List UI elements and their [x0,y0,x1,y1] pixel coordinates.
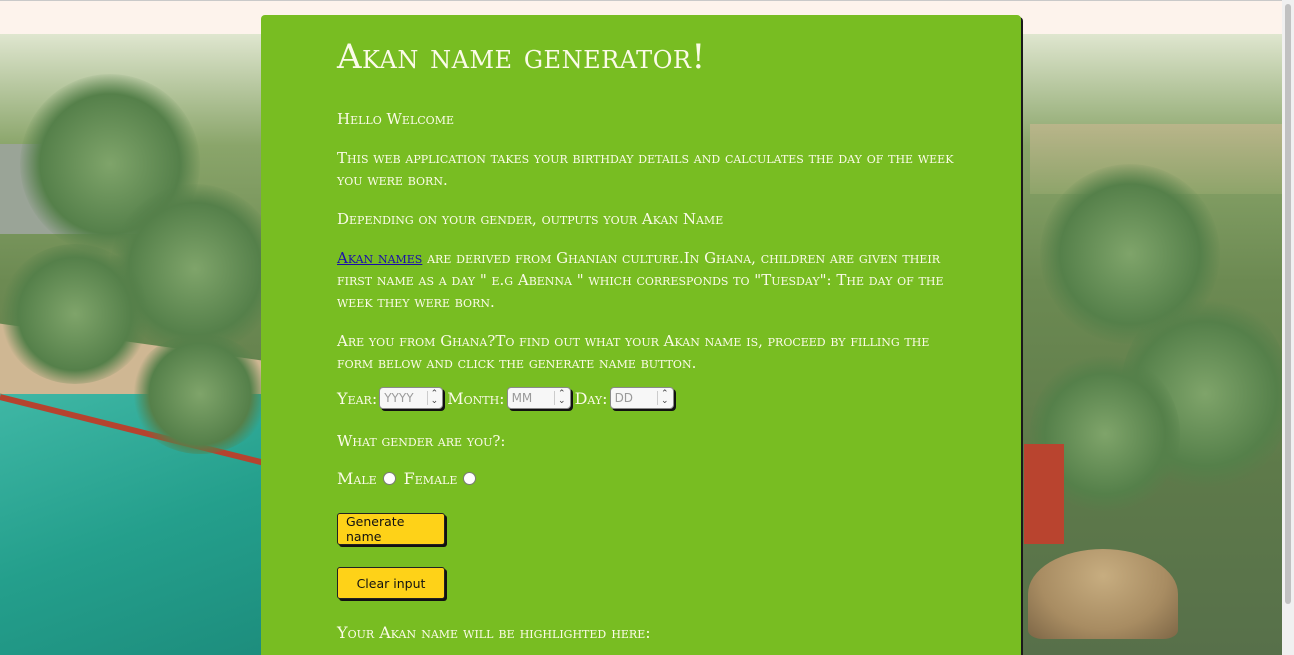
day-input[interactable]: DD ⌃ ⌄ [609,387,674,409]
gender-radio-row: Male Female [337,469,484,488]
spin-arrows-icon[interactable]: ⌃ ⌄ [554,390,566,406]
akan-names-paragraph: Akan names are derived from Ghanian cult… [337,247,957,313]
year-label: Year: [337,388,378,408]
background-palm [0,244,150,384]
year-input[interactable]: YYYY ⌃ ⌄ [379,387,444,409]
akan-names-link[interactable]: Akan names [337,249,422,267]
scrollbar-thumb[interactable] [1285,4,1291,604]
generate-name-button[interactable]: Generate name [337,513,445,545]
male-radio[interactable] [382,472,396,485]
clear-input-button[interactable]: Clear input [337,567,445,599]
background-palm [130,334,270,454]
date-form-row: Year: YYYY ⌃ ⌄ Month: MM ⌃ ⌄ Day: DD ⌃ ⌄ [337,387,678,409]
instructions-text: Are you from Ghana?To find out what your… [337,332,930,372]
top-border [0,0,1282,1]
welcome-text: Hello Welcome [337,110,454,128]
page-title: Akan name generator! [337,37,706,77]
akan-names-text: are derived from Ghanian culture.In Ghan… [337,249,944,311]
month-placeholder: MM [511,391,533,405]
gender-question: What gender are you?: [337,432,506,450]
female-label: Female [403,469,458,488]
gender-note-text: Depending on your gender, outputs your A… [337,210,724,228]
main-panel: Akan name generator! Hello Welcome This … [261,15,1021,655]
spin-arrows-icon[interactable]: ⌃ ⌄ [657,390,669,406]
vertical-scrollbar[interactable] [1282,0,1294,655]
background-red-wall [1024,444,1064,544]
year-placeholder: YYYY [384,391,414,405]
result-text: Your Akan name will be highlighted here: [337,623,651,642]
female-radio[interactable] [463,472,477,485]
description-text: This web application takes your birthday… [337,149,954,189]
male-label: Male [337,469,377,488]
spin-arrows-icon[interactable]: ⌃ ⌄ [426,390,438,406]
background-thatched-hut [1028,549,1178,639]
month-label: Month: [447,388,505,408]
day-label: Day: [574,388,608,408]
day-placeholder: DD [614,391,634,405]
month-input[interactable]: MM ⌃ ⌄ [506,387,571,409]
